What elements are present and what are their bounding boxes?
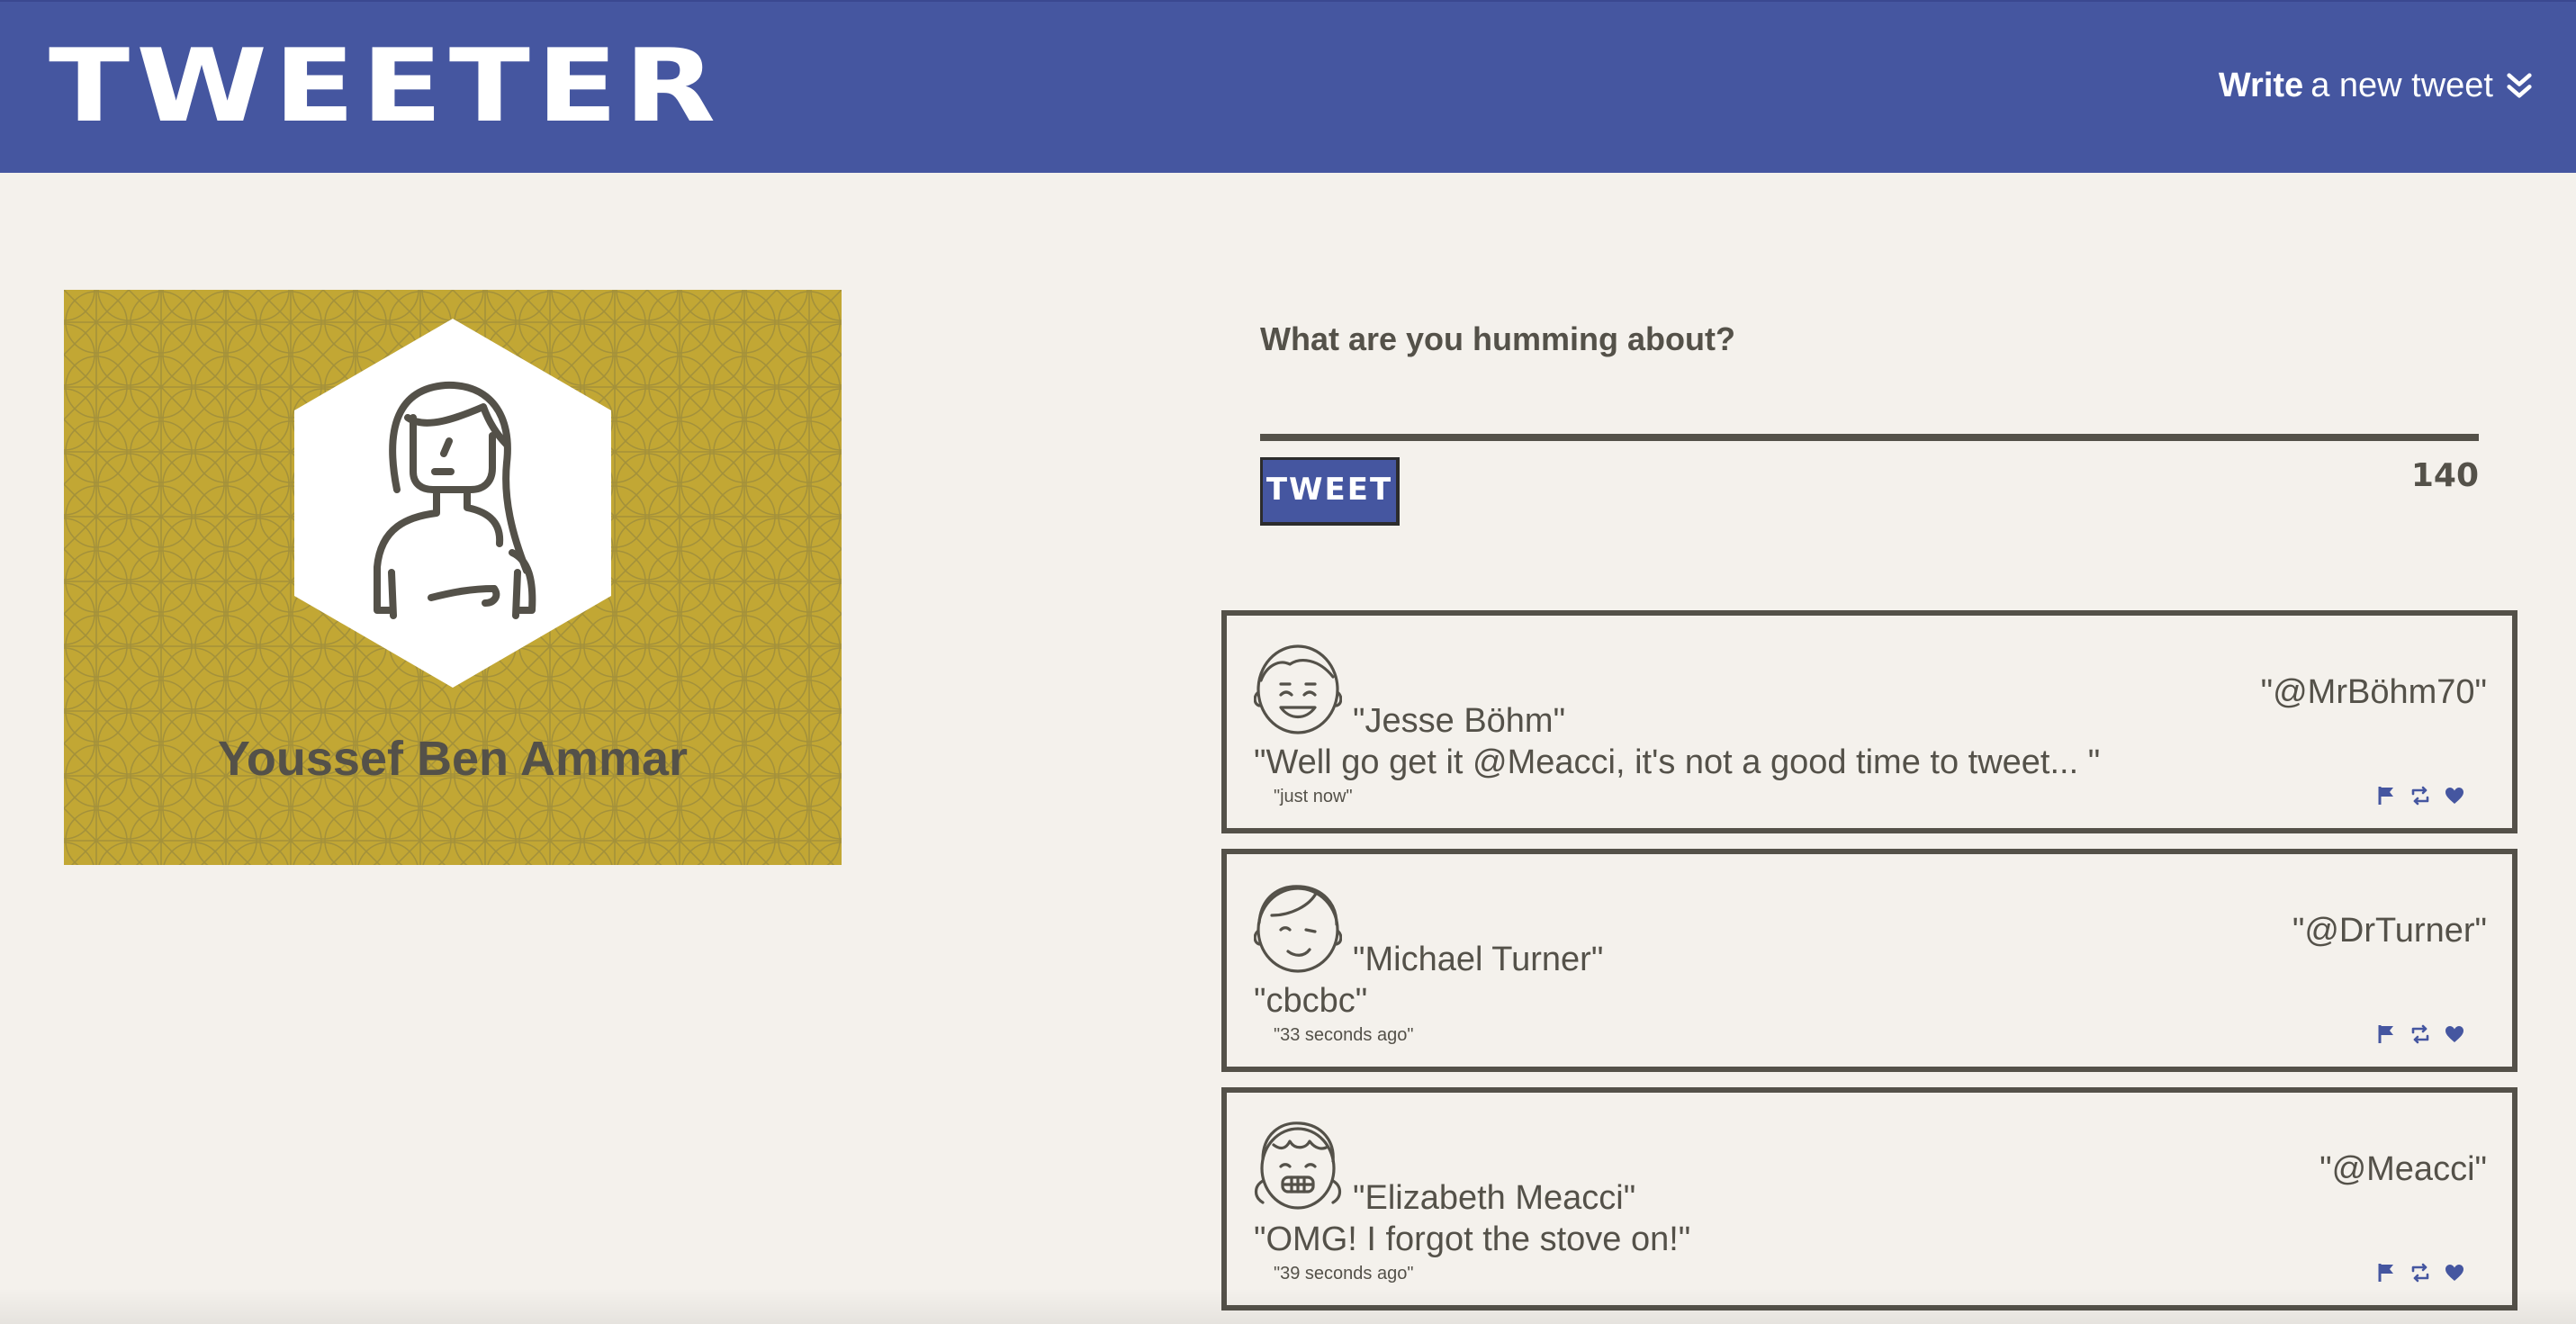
profile-avatar	[291, 319, 615, 688]
write-new-tweet-toggle[interactable]: Write a new tweet	[2219, 68, 2535, 103]
flag-icon[interactable]	[2375, 785, 2397, 806]
new-tweet-composer: What are you humming about? TWEET 140	[1260, 320, 2479, 526]
bottom-shadow	[0, 1288, 2576, 1324]
tweet-actions	[2375, 1023, 2465, 1045]
double-chevron-down-icon	[2507, 73, 2532, 98]
tweet-content: "cbcbc"	[1254, 982, 1368, 1020]
retweet-icon[interactable]	[2409, 785, 2431, 806]
tweet-content: "OMG! I forgot the stove on!"	[1254, 1220, 1691, 1258]
heart-icon[interactable]	[2444, 1262, 2465, 1283]
tweet-author-handle[interactable]: "@MrBöhm70"	[2261, 673, 2487, 712]
tweet-button[interactable]: TWEET	[1260, 457, 1400, 526]
tweet-author-handle[interactable]: "@DrTurner"	[2292, 912, 2487, 950]
retweet-icon[interactable]	[2409, 1023, 2431, 1045]
tweet-card: "Jesse Böhm" "@MrBöhm70" "Well go get it…	[1221, 610, 2517, 833]
heart-icon[interactable]	[2444, 785, 2465, 806]
tweet-timestamp: "just now"	[1274, 787, 1353, 806]
retweet-icon[interactable]	[2409, 1262, 2431, 1283]
write-label: Write	[2218, 67, 2304, 104]
composer-prompt: What are you humming about?	[1260, 320, 1735, 357]
tweet-author-name: "Michael Turner"	[1353, 941, 1604, 978]
tweet-author-handle[interactable]: "@Meacci"	[2319, 1150, 2487, 1189]
brand-logo[interactable]: TWEETER	[49, 36, 722, 137]
tweet-content: "Well go get it @Meacci, it's not a good…	[1254, 743, 2101, 781]
tweet-textarea[interactable]	[1260, 434, 2479, 441]
winking-man-avatar-icon	[1254, 885, 1342, 973]
flag-icon[interactable]	[2375, 1262, 2397, 1283]
tweet-actions	[2375, 1262, 2465, 1283]
tweet-card: "Elizabeth Meacci" "@Meacci" "OMG! I for…	[1221, 1087, 2517, 1310]
profile-name: Youssef Ben Ammar	[217, 732, 689, 786]
woman-avatar-icon	[294, 319, 611, 688]
tweet-author-name: "Elizabeth Meacci"	[1353, 1179, 1636, 1217]
tweet-timestamp: "33 seconds ago"	[1274, 1025, 1414, 1045]
smiling-man-avatar-icon	[1254, 644, 1342, 734]
profile-card: Youssef Ben Ammar	[64, 290, 842, 865]
tweet-actions	[2375, 785, 2465, 806]
heart-icon[interactable]	[2444, 1023, 2465, 1045]
character-counter: 140	[2410, 457, 2479, 494]
new-tweet-label: a new tweet	[2310, 67, 2493, 104]
tweet-card: "Michael Turner" "@DrTurner" "cbcbc" "33…	[1221, 849, 2517, 1072]
grinning-girl-avatar-icon	[1254, 1121, 1342, 1210]
top-navbar: TWEETER Write a new tweet	[0, 0, 2576, 173]
flag-icon[interactable]	[2375, 1023, 2397, 1045]
tweet-timestamp: "39 seconds ago"	[1274, 1264, 1414, 1283]
tweet-author-name: "Jesse Böhm"	[1353, 702, 1566, 740]
